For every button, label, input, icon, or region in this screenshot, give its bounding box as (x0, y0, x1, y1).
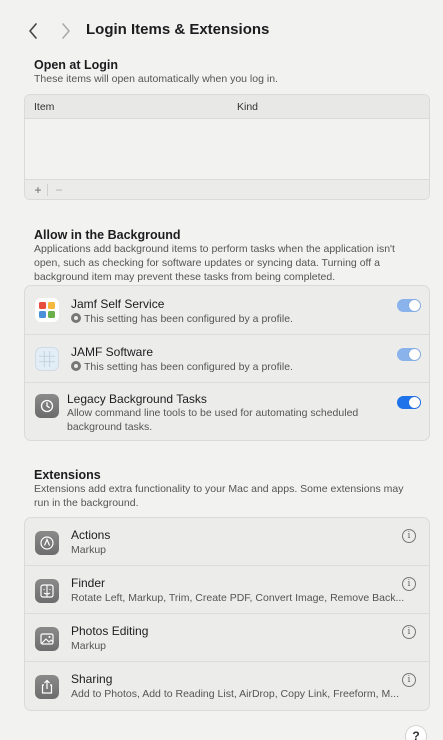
table-header: Item Kind (25, 95, 429, 119)
item-subtitle: This setting has been configured by a pr… (71, 313, 293, 327)
page-title: Login Items & Extensions (86, 21, 270, 38)
list-item[interactable]: Actions Markup i (25, 518, 429, 566)
info-icon[interactable]: i (402, 625, 416, 639)
login-items-table[interactable]: Item Kind + − (24, 94, 430, 200)
photos-icon (35, 627, 59, 651)
actions-icon (35, 531, 59, 555)
toggle-knob (409, 349, 420, 360)
jamf-software-icon (35, 347, 59, 371)
managed-note: This setting has been configured by a pr… (84, 361, 293, 373)
list-item: Jamf Self Service This setting has been … (25, 286, 429, 335)
extensions-desc: Extensions add extra functionality to yo… (34, 483, 404, 509)
list-item[interactable]: Photos Editing Markup i (25, 614, 429, 662)
item-subtitle: This setting has been configured by a pr… (71, 361, 293, 375)
item-subtitle: Add to Photos, Add to Reading List, AirD… (71, 688, 399, 700)
info-icon[interactable]: i (402, 673, 416, 687)
legacy-background-tasks-icon (35, 394, 59, 418)
item-name: Sharing (71, 672, 113, 686)
managed-gear-icon (71, 313, 81, 323)
item-name: Legacy Background Tasks (67, 392, 207, 406)
item-name: Finder (71, 576, 106, 590)
share-icon (35, 675, 59, 699)
info-icon[interactable]: i (402, 577, 416, 591)
open-at-login-title: Open at Login (34, 58, 119, 72)
back-button[interactable] (22, 20, 44, 42)
finder-icon (35, 579, 59, 603)
info-icon[interactable]: i (402, 529, 416, 543)
toolbar: Login Items & Extensions (0, 0, 443, 62)
background-items-list: Jamf Self Service This setting has been … (24, 285, 430, 441)
chevron-right-icon (62, 23, 70, 39)
jamf-self-service-toggle[interactable] (397, 299, 421, 312)
chevron-left-icon (29, 23, 37, 39)
open-at-login-desc: These items will open automatically when… (34, 73, 278, 85)
background-title: Allow in the Background (34, 228, 181, 242)
divider (47, 184, 48, 196)
list-item[interactable]: Sharing Add to Photos, Add to Reading Li… (25, 662, 429, 710)
column-header-kind[interactable]: Kind (237, 101, 258, 113)
jamf-self-service-icon (35, 298, 59, 322)
list-item[interactable]: Finder Rotate Left, Markup, Trim, Create… (25, 566, 429, 614)
add-login-item-button[interactable]: + (30, 183, 46, 197)
item-subtitle: Rotate Left, Markup, Trim, Create PDF, C… (71, 592, 405, 604)
managed-gear-icon (71, 361, 81, 371)
item-name: Actions (71, 528, 111, 542)
table-footer: + − (25, 179, 429, 199)
toggle-knob (409, 397, 420, 408)
forward-button[interactable] (55, 20, 77, 42)
help-button[interactable]: ? (405, 725, 427, 740)
item-subtitle: Markup (71, 640, 107, 652)
item-name: JAMF Software (71, 345, 154, 359)
item-name: Photos Editing (71, 624, 149, 638)
list-item: Legacy Background Tasks Allow command li… (25, 383, 429, 440)
toggle-knob (409, 300, 420, 311)
legacy-background-tasks-toggle[interactable] (397, 396, 421, 409)
item-name: Jamf Self Service (71, 297, 165, 311)
remove-login-item-button[interactable]: − (51, 183, 67, 197)
background-desc: Applications add background items to per… (34, 243, 395, 283)
jamf-software-toggle[interactable] (397, 348, 421, 361)
extensions-title: Extensions (34, 468, 101, 482)
item-subtitle: Allow command line tools to be used for … (67, 407, 359, 433)
extensions-list: Actions Markup i Finder Rotate Left, Mar… (24, 517, 430, 711)
table-body[interactable] (25, 119, 429, 179)
item-subtitle: Markup (71, 544, 107, 556)
column-header-item[interactable]: Item (34, 101, 54, 113)
managed-note: This setting has been configured by a pr… (84, 313, 293, 325)
list-item: JAMF Software This setting has been conf… (25, 335, 429, 383)
